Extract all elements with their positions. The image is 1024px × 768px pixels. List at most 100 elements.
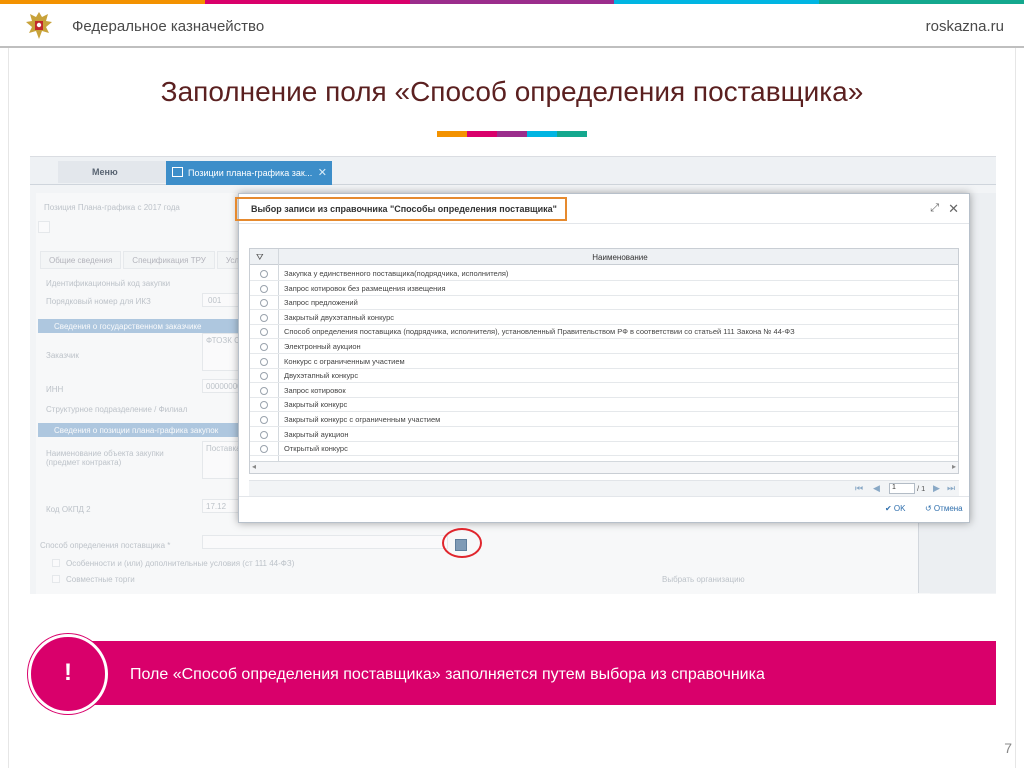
pager: ⏮ ◀ 1 / 1 ▶ ⏭ (249, 480, 959, 496)
row-label: Способ определения поставщика (подрядчик… (284, 327, 795, 337)
row-label: Открытый конкурс (284, 444, 348, 454)
table-row[interactable]: Способ определения поставщика (подрядчик… (250, 325, 958, 340)
table-row[interactable]: Открытый конкурс (250, 442, 958, 457)
table-row[interactable]: Запрос предложений (250, 296, 958, 311)
row-label: Электронный аукцион (284, 342, 361, 351)
dialog-footer: ✔ OK ↺ Отмена (239, 496, 969, 522)
row-label: Закупка у единственного поставщика(подря… (284, 269, 509, 278)
row-label: Закрытый конкурс (284, 400, 348, 410)
last-page-icon[interactable]: ⏭ (947, 483, 955, 494)
field-value: Поставка (206, 444, 241, 453)
row-label: Запрос предложений (284, 298, 358, 308)
table-row[interactable]: Закупка у единственного поставщика(подря… (250, 267, 958, 281)
table-row[interactable]: Закрытый аукцион (250, 428, 958, 442)
field-label: Структурное подразделение / Филиал (46, 405, 188, 414)
field-label: Идентификационный код закупки (46, 279, 171, 288)
org-name: Федеральное казначейство (72, 18, 265, 35)
close-icon[interactable]: ✕ (948, 201, 959, 217)
right-border-line (1015, 48, 1016, 768)
app-screenshot: Меню Позиции плана-графика зак... ✕ Пози… (30, 156, 996, 594)
left-border-line (8, 48, 9, 768)
tab-general[interactable]: Общие сведения (40, 251, 122, 269)
bar-segment (497, 131, 527, 137)
next-page-icon[interactable]: ▶ (933, 483, 940, 494)
site-url[interactable]: roskazna.ru (926, 18, 1004, 35)
field-value: 001 (208, 296, 222, 305)
table-row[interactable]: Конкурс с ограниченным участием (250, 355, 958, 369)
close-icon[interactable]: ✕ (318, 166, 327, 179)
column-header-name[interactable]: Наименование (280, 253, 958, 262)
expand-icon[interactable]: ⤢ (930, 202, 939, 215)
tab-plan-positions[interactable]: Позиции плана-графика зак... ✕ (166, 161, 332, 185)
features-checkbox[interactable] (52, 559, 60, 567)
scroll-left-icon[interactable]: ◂ (252, 462, 256, 471)
row-radio[interactable] (260, 372, 268, 381)
section-header[interactable]: Сведения о позиции плана-графика закупок (38, 423, 238, 437)
joint-checkbox[interactable] (52, 575, 60, 583)
field-label: Совместные торги (66, 575, 135, 584)
field-label: Особенности и (или) дополнительные услов… (66, 559, 295, 568)
row-radio[interactable] (260, 343, 268, 351)
choose-org-button[interactable]: Выбрать организацию (662, 575, 745, 584)
bar-segment (467, 131, 497, 137)
table-icon (172, 167, 183, 177)
row-radio[interactable] (260, 430, 268, 439)
ok-button[interactable]: ✔ OK (885, 504, 905, 513)
table-row[interactable]: Запрос котировок без размещения извещени… (250, 282, 958, 296)
field-label: Заказчик (46, 351, 79, 360)
filter-icon[interactable]: ⛛ (256, 252, 264, 263)
menu-tab[interactable]: Меню (58, 161, 180, 183)
first-page-icon[interactable]: ⏮ (855, 483, 863, 494)
horizontal-scrollbar[interactable]: ◂ ▸ (250, 461, 958, 473)
section-header[interactable]: Сведения о государственном заказчике (38, 319, 238, 333)
app-tab-bar: Меню Позиции плана-графика зак... ✕ (30, 157, 996, 185)
row-radio[interactable] (260, 328, 268, 337)
table-row[interactable]: Закрытый конкурс (250, 398, 958, 413)
row-radio[interactable] (260, 416, 268, 424)
callout-text: Поле «Способ определения поставщика» зап… (130, 666, 765, 683)
row-label: Двухэтапный конкурс (284, 371, 359, 381)
save-icon[interactable] (38, 221, 50, 233)
field-value: 00000000 (206, 382, 242, 391)
row-radio[interactable] (260, 313, 268, 322)
page-number-input[interactable]: 1 (889, 483, 915, 494)
reference-grid: ⛛ Наименование Закупка у единственного п… (249, 248, 959, 474)
lookup-button-highlight (442, 528, 482, 558)
table-row[interactable]: Закрытый конкурс с ограниченным участием (250, 413, 958, 427)
bar-segment (557, 131, 587, 137)
row-label: Конкурс с ограниченным участием (284, 356, 405, 366)
bar-segment (437, 131, 467, 137)
prev-page-icon[interactable]: ◀ (873, 483, 880, 494)
row-radio[interactable] (260, 270, 268, 278)
row-radio[interactable] (260, 284, 268, 293)
field-label: Наименование объекта закупки (предмет ко… (46, 449, 164, 467)
scroll-right-icon[interactable]: ▸ (952, 462, 956, 471)
slide-header: Федеральное казначейство roskazna.ru (0, 4, 1024, 48)
table-row[interactable]: Двухэтапный конкурс (250, 369, 958, 384)
cancel-button[interactable]: ↺ Отмена (925, 504, 963, 513)
row-label: Закрытый конкурс с ограниченным участием (284, 415, 441, 424)
field-label: Порядковый номер для ИКЗ (46, 297, 151, 306)
form-tabs: Общие сведения Спецификация ТРУ Усло (40, 251, 255, 269)
row-radio[interactable] (260, 401, 268, 410)
row-radio[interactable] (260, 299, 268, 308)
reference-dialog: Выбор записи из справочника "Способы опр… (238, 193, 970, 523)
supplier-method-field[interactable] (202, 535, 448, 549)
table-row[interactable]: Запрос котировок (250, 384, 958, 398)
row-radio[interactable] (260, 386, 268, 395)
page-total: / 1 (917, 484, 926, 493)
field-label: Способ определения поставщика * (40, 541, 171, 550)
row-radio[interactable] (260, 357, 268, 366)
table-row[interactable]: Закрытый двухэтапный конкурс (250, 311, 958, 325)
breadcrumb: Позиция Плана-графика с 2017 года (44, 203, 180, 212)
grid-header: ⛛ Наименование (250, 249, 958, 265)
page-number: 7 (1004, 740, 1012, 756)
row-radio[interactable] (260, 445, 268, 454)
field-label: ИНН (46, 385, 64, 394)
info-callout: Поле «Способ определения поставщика» зап… (44, 641, 996, 705)
row-label: Запрос котировок без размещения извещени… (284, 283, 446, 293)
tab-specification[interactable]: Спецификация ТРУ (123, 251, 215, 269)
table-row[interactable]: Электронный аукцион (250, 340, 958, 354)
row-label: Закрытый двухэтапный конкурс (284, 312, 395, 322)
bar-segment (527, 131, 557, 137)
